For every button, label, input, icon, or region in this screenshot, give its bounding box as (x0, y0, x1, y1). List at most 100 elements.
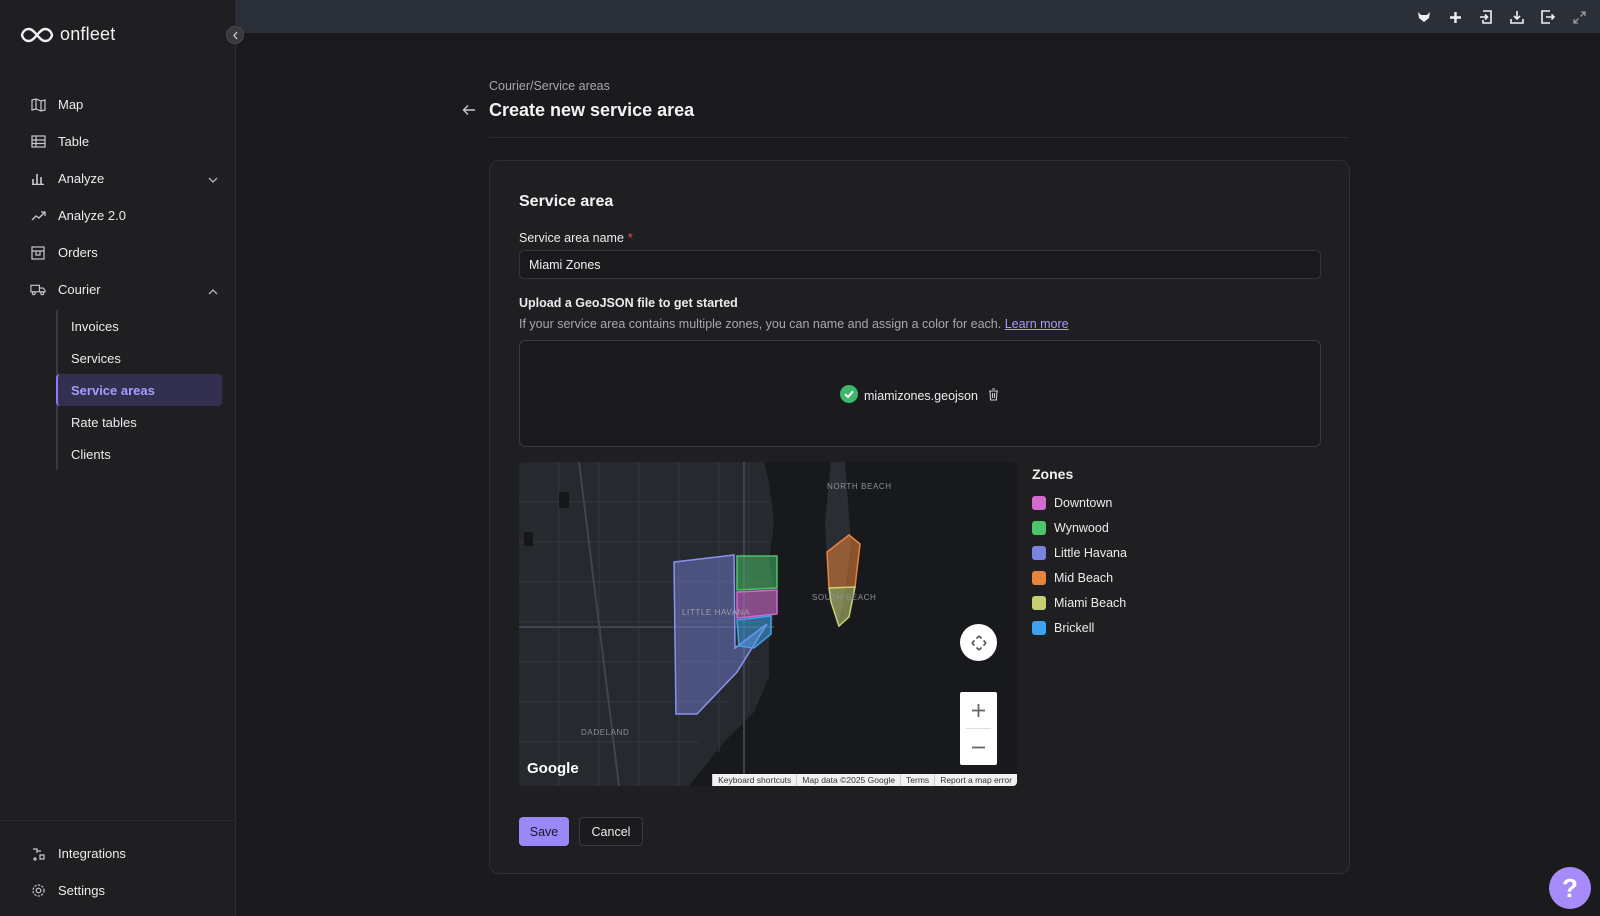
courier-subnav: Invoices Services Service areas Rate tab… (56, 310, 222, 470)
sidebar-item-table[interactable]: Table (0, 123, 236, 160)
zone-color-swatch[interactable] (1032, 495, 1046, 510)
sidebar-item-settings[interactable]: Settings (0, 872, 236, 909)
zoom-in-button[interactable] (960, 692, 997, 728)
upload-description: If your service area contains multiple z… (519, 317, 1069, 331)
zone-color-swatch[interactable] (1032, 520, 1046, 535)
breadcrumb[interactable]: Courier/Service areas (489, 79, 610, 93)
file-name: miamizones.geojson (864, 388, 978, 403)
service-area-form-card: Service area Service area name* Upload a… (489, 160, 1350, 874)
plus-icon (972, 703, 985, 717)
section-title: Service area (519, 193, 614, 210)
map-icon (30, 97, 46, 113)
zone-item[interactable]: Miami Beach (1032, 590, 1127, 615)
sidebar: onfleet Map Table Analyze Analyze 2.0 Or… (0, 0, 236, 916)
recenter-map-button[interactable] (960, 624, 997, 661)
sidebar-item-orders[interactable]: Orders (0, 234, 236, 271)
help-button[interactable]: ? (1549, 867, 1591, 909)
download-icon[interactable] (1508, 8, 1526, 26)
expand-icon[interactable] (1570, 8, 1588, 26)
zone-item[interactable]: Downtown (1032, 490, 1127, 515)
sidebar-item-service-areas[interactable]: Service areas (56, 374, 222, 406)
plus-icon[interactable] (1446, 8, 1464, 26)
report-map-error-link[interactable]: Report a map error (934, 774, 1017, 786)
sidebar-item-services[interactable]: Services (58, 342, 222, 374)
map-zoom-control (960, 692, 997, 765)
sidebar-item-map[interactable]: Map (0, 86, 236, 123)
zone-color-swatch[interactable] (1032, 620, 1046, 635)
onfleet-logo[interactable]: onfleet (20, 24, 115, 45)
service-area-name-label: Service area name * (519, 231, 633, 245)
save-button[interactable]: Save (519, 817, 569, 846)
integrations-icon (30, 846, 46, 862)
map-attribution: Keyboard shortcuts Map data ©2025 Google… (712, 774, 1017, 786)
zones-title: Zones (1032, 466, 1074, 482)
page-title: Create new service area (489, 100, 695, 120)
zone-color-swatch[interactable] (1032, 570, 1046, 585)
map-label-dadeland: DADELAND (581, 728, 629, 737)
terms-link[interactable]: Terms (900, 774, 934, 786)
zone-name: Brickell (1054, 620, 1095, 635)
zone-name: Little Havana (1054, 545, 1127, 560)
zone-name: Wynwood (1054, 520, 1109, 535)
keyboard-shortcuts-link[interactable]: Keyboard shortcuts (712, 774, 796, 786)
sidebar-bottom: Integrations Settings (0, 820, 236, 916)
truck-icon (30, 282, 46, 298)
import-icon[interactable] (1477, 8, 1495, 26)
zone-item[interactable]: Little Havana (1032, 540, 1127, 565)
cancel-button[interactable]: Cancel (579, 817, 643, 846)
sidebar-item-clients[interactable]: Clients (58, 438, 222, 470)
top-toolbar (1415, 8, 1588, 26)
sidebar-item-label: Orders (58, 245, 98, 260)
zone-name: Miami Beach (1054, 595, 1127, 610)
back-arrow-icon[interactable] (462, 103, 476, 121)
minus-icon (972, 746, 985, 748)
label-text: Service area name (519, 231, 624, 245)
zone-color-swatch[interactable] (1032, 595, 1046, 610)
zone-name: Downtown (1054, 495, 1113, 510)
top-bar (236, 0, 1600, 33)
map-label-little-havana: LITTLE HAVANA (682, 608, 750, 617)
sidebar-item-courier[interactable]: Courier (0, 271, 236, 308)
recenter-icon (970, 634, 987, 651)
sidebar-item-integrations[interactable]: Integrations (0, 835, 236, 872)
sidebar-item-invoices[interactable]: Invoices (58, 310, 222, 342)
sidebar-item-label: Table (58, 134, 90, 149)
collapse-sidebar-button[interactable] (226, 26, 244, 44)
bar-chart-icon (30, 171, 46, 187)
sidebar-item-label: Analyze (58, 171, 105, 186)
upload-title: Upload a GeoJSON file to get started (519, 296, 738, 310)
trash-icon[interactable] (988, 387, 999, 404)
trend-icon (30, 208, 46, 224)
infinity-logo-icon (20, 27, 54, 42)
settings-gear-icon (30, 883, 46, 899)
zones-map[interactable]: NORTH BEACH SOUTH BEACH LITTLE HAVANA DA… (519, 462, 1017, 786)
sidebar-item-label: Integrations (58, 846, 126, 861)
chevron-down-icon[interactable] (208, 172, 218, 187)
table-icon (30, 134, 46, 150)
zone-color-swatch[interactable] (1032, 545, 1046, 560)
geojson-dropzone[interactable]: miamizones.geojson (519, 340, 1321, 447)
zone-item[interactable]: Mid Beach (1032, 565, 1127, 590)
map-data-text: Map data ©2025 Google (796, 774, 900, 786)
sidebar-item-label: Settings (58, 883, 105, 898)
main-nav: Map Table Analyze Analyze 2.0 Orders Cou… (0, 86, 236, 470)
learn-more-link[interactable]: Learn more (1005, 317, 1069, 331)
required-mark: * (627, 231, 633, 245)
brand-name: onfleet (60, 24, 116, 44)
chevron-up-icon[interactable] (208, 283, 218, 298)
zone-name: Mid Beach (1054, 570, 1114, 585)
sidebar-item-rate-tables[interactable]: Rate tables (58, 406, 222, 438)
divider (489, 137, 1349, 138)
map-label-south-beach: SOUTH BEACH (812, 593, 876, 602)
uploaded-file: miamizones.geojson (840, 385, 999, 406)
sidebar-item-analyze[interactable]: Analyze (0, 160, 236, 197)
zone-item[interactable]: Brickell (1032, 615, 1127, 640)
logout-icon[interactable] (1539, 8, 1557, 26)
zoom-out-button[interactable] (960, 729, 997, 765)
service-area-name-input[interactable] (519, 250, 1321, 279)
zone-item[interactable]: Wynwood (1032, 515, 1127, 540)
fox-extension-icon[interactable] (1415, 8, 1433, 26)
sidebar-item-label: Map (58, 97, 84, 112)
sidebar-item-label: Analyze 2.0 (58, 208, 126, 223)
sidebar-item-analyze-2[interactable]: Analyze 2.0 (0, 197, 236, 234)
